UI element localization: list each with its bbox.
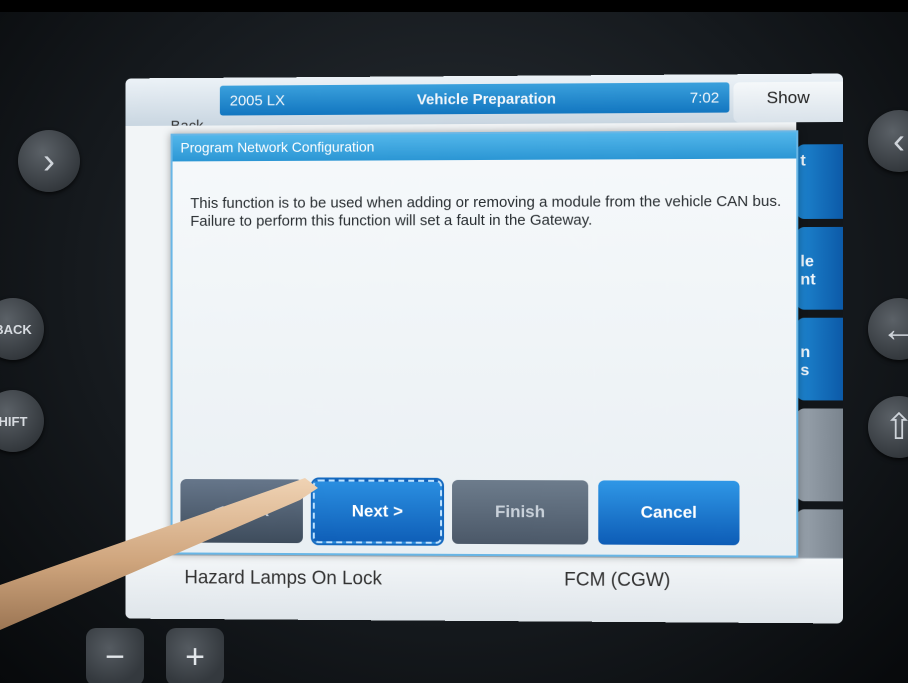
device-bezel: › BACK HIFT ‹ ← ⇧ − + Back 2005 LX Vehic… bbox=[0, 12, 908, 683]
stylus bbox=[0, 478, 318, 630]
stylus-body bbox=[0, 478, 318, 630]
